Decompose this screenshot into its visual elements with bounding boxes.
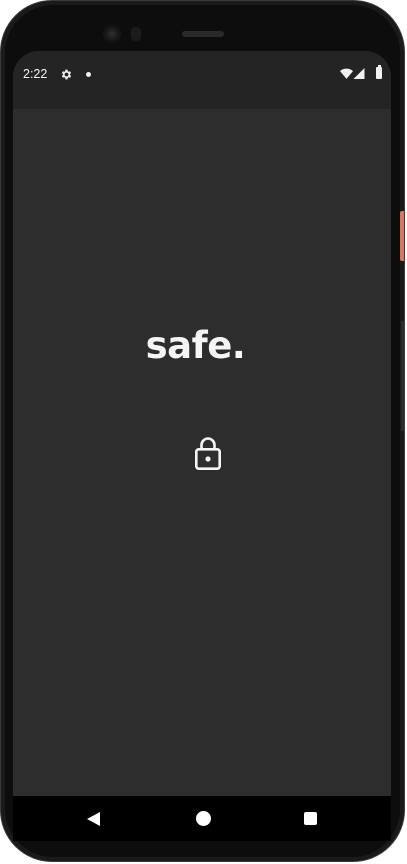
status-time: 2:22: [23, 67, 48, 81]
phone-frame: 2:22 safe.: [0, 0, 405, 862]
signal-icon: [353, 68, 365, 79]
back-button[interactable]: [87, 812, 101, 826]
lock-icon: [194, 437, 221, 470]
battery-icon: [376, 65, 382, 79]
home-button[interactable]: [196, 811, 211, 826]
gear-icon: [61, 69, 72, 80]
app-screen: 2:22: [13, 51, 391, 841]
power-button[interactable]: [400, 211, 404, 261]
status-bar: 2:22: [13, 51, 391, 109]
earpiece-speaker: [182, 31, 224, 37]
notification-dot: [86, 72, 91, 77]
recents-button[interactable]: [304, 812, 317, 825]
volume-button[interactable]: [401, 321, 404, 431]
wifi-icon: [340, 68, 353, 79]
app-title: safe.: [145, 324, 246, 367]
front-camera: [103, 25, 121, 43]
proximity-sensor: [131, 27, 141, 41]
navigation-bar: [13, 796, 391, 841]
